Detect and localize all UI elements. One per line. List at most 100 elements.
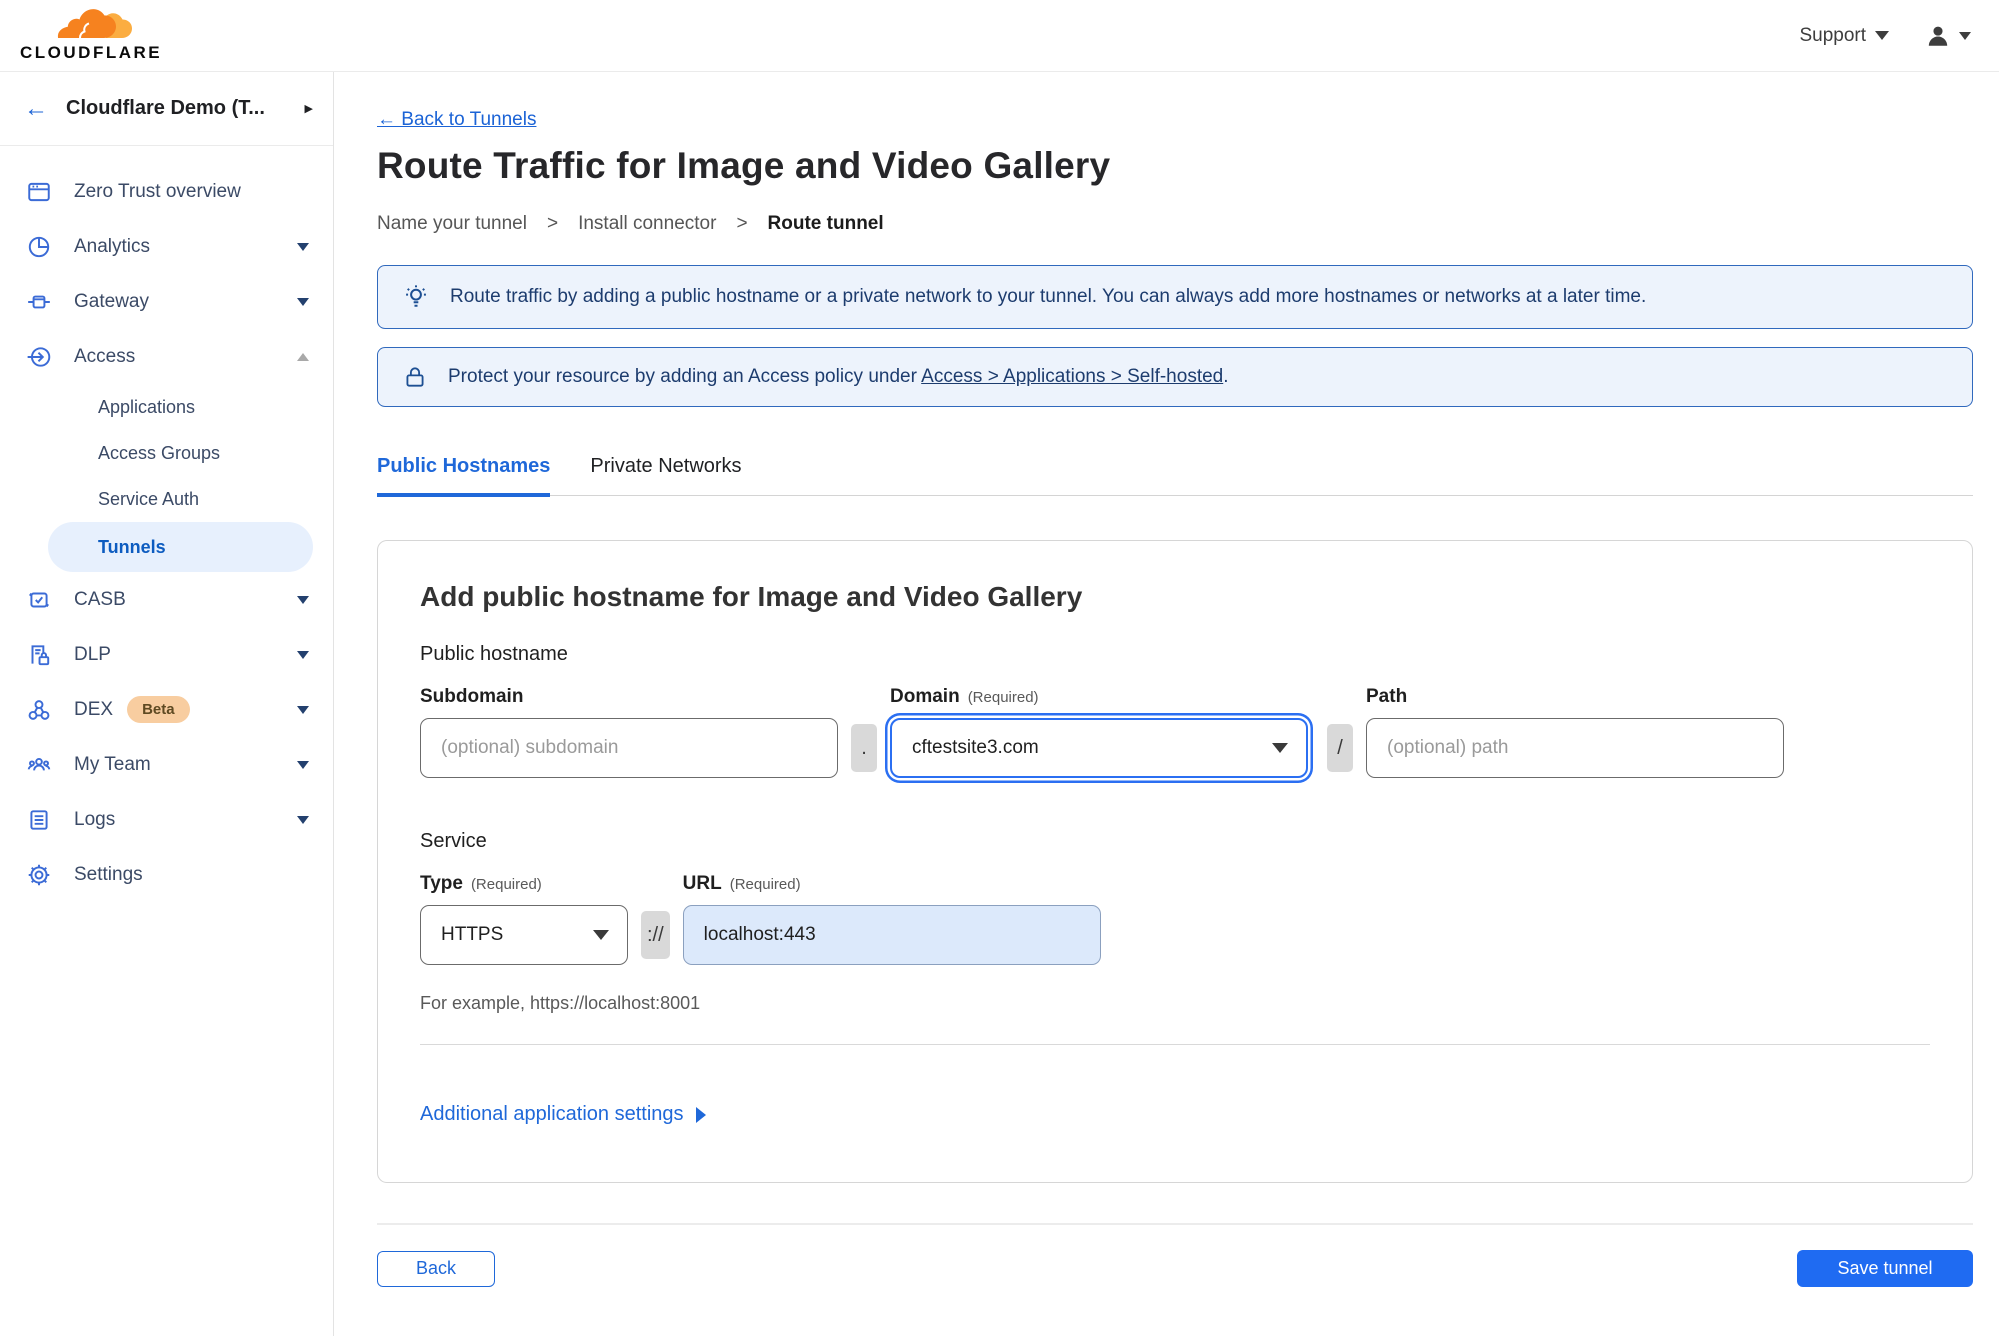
protect-text-prefix: Protect your resource by adding an Acces… [448, 366, 917, 387]
chevron-down-icon [593, 930, 609, 940]
sidebar-item-dex[interactable]: DEX Beta [0, 682, 333, 737]
expand-account-icon[interactable]: ▶ [305, 102, 313, 115]
chevron-down-icon [1875, 31, 1889, 40]
sub-item-label: Tunnels [98, 536, 166, 557]
access-icon [27, 346, 51, 367]
additional-settings-toggle[interactable]: Additional application settings [420, 1103, 706, 1126]
url-label: URL [682, 873, 722, 894]
protect-text-suffix: . [1223, 366, 1229, 387]
sidebar-item-label: CASB [74, 588, 126, 610]
sidebar-item-label: Settings [74, 863, 143, 885]
sidebar-item-label: Analytics [74, 235, 151, 257]
back-button[interactable]: Back [377, 1250, 495, 1287]
beta-badge: Beta [127, 696, 190, 723]
footer-actions: Back Save tunnel [377, 1250, 1973, 1287]
sidebar-item-logs[interactable]: Logs [0, 792, 333, 847]
url-input[interactable] [682, 905, 1101, 965]
dlp-icon [31, 644, 50, 665]
sidebar-item-settings[interactable]: Settings [0, 847, 333, 902]
sidebar-item-service-auth[interactable]: Service Auth [0, 476, 333, 522]
user-menu[interactable] [1925, 23, 1971, 49]
tip-banner-text: Route traffic by adding a public hostnam… [450, 286, 1647, 307]
chevron-down-icon [297, 760, 309, 769]
top-bar: CLOUDFLARE Support [0, 0, 1999, 71]
chevron-up-icon [297, 352, 309, 361]
sidebar: ← Cloudflare Demo (T... ▶ Zero Trust ove… [0, 72, 334, 1336]
casb-icon [29, 592, 49, 607]
sub-item-label: Access Groups [98, 442, 221, 463]
path-input[interactable] [1366, 718, 1784, 778]
access-applications-link[interactable]: Access > Applications > Self-hosted [921, 366, 1223, 387]
step-install-connector[interactable]: Install connector [578, 213, 716, 235]
chevron-right-icon [695, 1106, 706, 1123]
sidebar-item-label: DEX [74, 698, 114, 720]
chevron-down-icon [297, 815, 309, 824]
sidebar-item-dlp[interactable]: DLP [0, 627, 333, 682]
back-arrow-icon[interactable]: ← [24, 96, 48, 121]
sub-item-label: Service Auth [98, 488, 200, 509]
sidebar-item-label: DLP [74, 643, 111, 665]
dot-separator: . [851, 724, 877, 772]
public-hostname-label: Public hostname [420, 643, 568, 665]
subdomain-input[interactable] [420, 718, 838, 778]
main-content: ← Back to Tunnels Route Traffic for Imag… [334, 72, 1999, 1336]
domain-label: Domain [890, 686, 960, 707]
sidebar-item-label: Logs [74, 808, 116, 830]
sidebar-item-gateway[interactable]: Gateway [0, 274, 333, 329]
sidebar-item-analytics[interactable]: Analytics [0, 219, 333, 274]
card-title: Add public hostname for Image and Video … [420, 581, 1083, 612]
analytics-icon [28, 236, 50, 257]
step-separator: > [736, 213, 748, 234]
chevron-down-icon [297, 650, 309, 659]
sidebar-item-applications[interactable]: Applications [0, 384, 333, 430]
protect-banner-text: Protect your resource by adding an Acces… [448, 366, 1229, 388]
settings-gear-icon [28, 864, 50, 885]
chevron-down-icon [297, 242, 309, 251]
step-route-tunnel: Route tunnel [767, 213, 884, 234]
type-label: Type [420, 873, 463, 894]
chevron-down-icon [1959, 31, 1971, 40]
service-label: Service [420, 830, 487, 852]
sidebar-item-access-groups[interactable]: Access Groups [0, 430, 333, 476]
protect-banner: Protect your resource by adding an Acces… [377, 347, 1973, 407]
domain-select[interactable]: cftestsite3.com [890, 718, 1308, 778]
card-divider [420, 1044, 1930, 1045]
lightbulb-icon [402, 283, 430, 311]
footer-divider [377, 1223, 1973, 1225]
sidebar-item-tunnels[interactable]: Tunnels [48, 522, 313, 572]
domain-value: cftestsite3.com [912, 737, 1039, 758]
account-name: Cloudflare Demo (T... [66, 97, 265, 119]
sidebar-item-casb[interactable]: CASB [0, 572, 333, 627]
type-required-hint: (Required) [470, 876, 542, 893]
sidebar-item-zero-trust-overview[interactable]: Zero Trust overview [0, 164, 333, 219]
sidebar-item-my-team[interactable]: My Team [0, 737, 333, 792]
scheme-separator: :// [641, 911, 670, 959]
url-required-hint: (Required) [729, 876, 801, 893]
cloudflare-wordmark: CLOUDFLARE [20, 43, 163, 62]
step-name-your-tunnel[interactable]: Name your tunnel [377, 213, 527, 235]
service-type-select[interactable]: HTTPS [420, 905, 628, 965]
tab-public-hostnames[interactable]: Public Hostnames [377, 455, 551, 497]
my-team-icon [27, 757, 51, 771]
chevron-down-icon [297, 595, 309, 604]
cloudflare-logo[interactable]: CLOUDFLARE [18, 8, 162, 63]
support-menu[interactable]: Support [1799, 25, 1889, 47]
slash-separator: / [1327, 724, 1353, 772]
sidebar-item-label: My Team [74, 753, 151, 775]
sidebar-item-label: Zero Trust overview [74, 180, 241, 202]
service-type-value: HTTPS [441, 924, 504, 945]
public-hostname-card: Add public hostname for Image and Video … [377, 540, 1973, 1183]
back-to-tunnels-link[interactable]: ← Back to Tunnels [377, 109, 536, 131]
tab-private-networks[interactable]: Private Networks [590, 455, 741, 495]
save-tunnel-button[interactable]: Save tunnel [1797, 1250, 1973, 1287]
sidebar-item-label: Gateway [74, 290, 149, 312]
sidebar-item-access[interactable]: Access [0, 329, 333, 384]
overview-icon [28, 182, 50, 201]
chevron-down-icon [297, 705, 309, 714]
dex-icon [28, 699, 50, 720]
page-title: Route Traffic for Image and Video Galler… [377, 145, 1111, 186]
breadcrumb: Name your tunnel > Install connector > R… [377, 213, 1973, 235]
additional-settings-label: Additional application settings [420, 1103, 684, 1125]
domain-required-hint: (Required) [967, 689, 1039, 706]
user-avatar-icon [1928, 26, 1948, 46]
